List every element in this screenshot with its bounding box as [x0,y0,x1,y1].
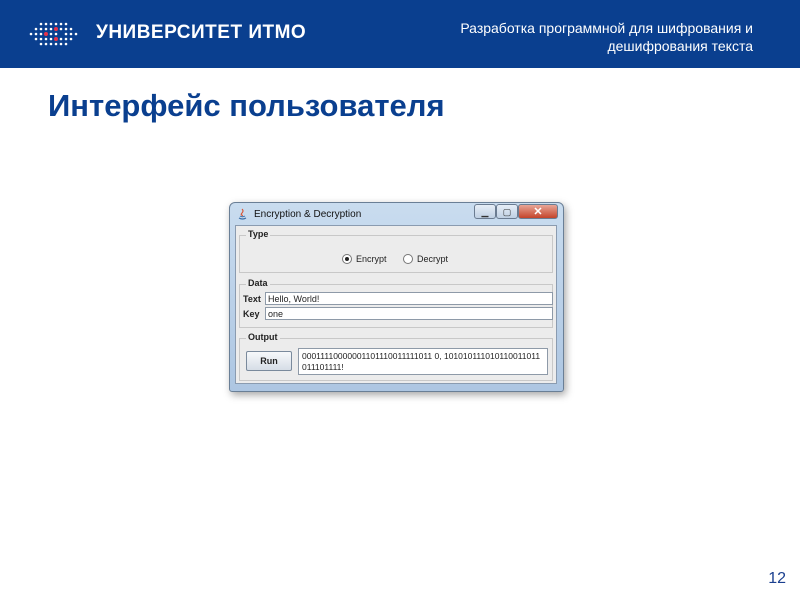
data-group-label: Data [246,278,270,288]
type-group-label: Type [246,229,271,239]
itmo-logo-icon [29,22,78,46]
output-textarea[interactable]: 00011110000001101110011111011 0, 1010101… [298,348,548,375]
data-group: Data Text Hello, World! Key one [239,278,553,328]
output-group: Output Run 00011110000001101110011111011… [239,332,553,381]
radio-unselected-icon [403,254,413,264]
encrypt-label: Encrypt [356,254,387,264]
text-input[interactable]: Hello, World! [265,292,553,305]
java-icon [238,208,247,220]
page-number: 12 [768,570,786,587]
minimize-button[interactable]: ▁ [474,204,496,219]
window-titlebar[interactable]: Encryption & Decryption ▁ ▢ ✕ [230,203,563,225]
app-window: Encryption & Decryption ▁ ▢ ✕ Type Encry… [229,202,564,392]
encrypt-radio[interactable]: Encrypt [342,254,387,264]
decrypt-radio[interactable]: Decrypt [403,254,448,264]
slide-title: Интерфейс пользователя [48,88,445,123]
output-group-label: Output [246,332,280,342]
minimize-icon: ▁ [481,207,489,217]
maximize-icon: ▢ [502,207,512,217]
brand-name: УНИВЕРСИТЕТ ИТМО [96,22,307,43]
window-content: Type Encrypt Decrypt Data Text Hello, Wo… [235,225,557,384]
close-button[interactable]: ✕ [518,204,558,219]
decrypt-label: Decrypt [417,254,449,264]
slide-header: УНИВЕРСИТЕТ ИТМО Разработка программной … [0,0,800,68]
text-label: Text [243,294,261,304]
key-label: Key [243,309,260,319]
run-button[interactable]: Run [246,351,292,371]
type-group: Type Encrypt Decrypt [239,229,553,273]
window-title: Encryption & Decryption [254,209,362,220]
close-icon: ✕ [533,206,543,218]
key-input[interactable]: one [265,307,553,320]
header-caption: Разработка программной для шифрования и … [460,20,753,54]
radio-selected-icon [342,254,352,264]
maximize-button[interactable]: ▢ [496,204,518,219]
